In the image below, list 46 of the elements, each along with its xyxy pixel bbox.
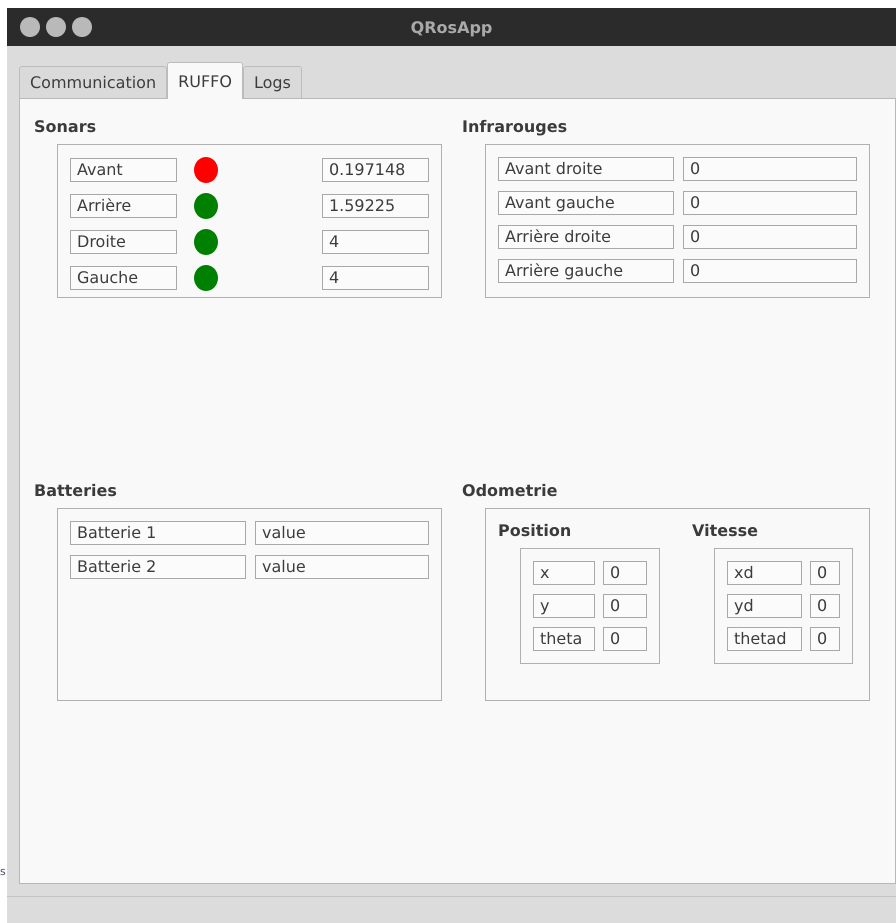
subgroup-title: Position	[498, 521, 572, 540]
label-field: Droite	[70, 230, 178, 254]
value-field: value	[255, 521, 429, 545]
label-field: Avant gauche	[498, 191, 674, 215]
label-field: Avant	[70, 158, 178, 182]
value-field: 0	[810, 561, 840, 585]
maximize-icon[interactable]	[72, 17, 92, 37]
value-field: 0.197148	[322, 158, 430, 182]
close-icon[interactable]	[20, 17, 40, 37]
minimize-icon[interactable]	[46, 17, 66, 37]
label-field: Batterie 1	[70, 521, 246, 545]
label-field: yd	[727, 594, 802, 618]
label-field: theta	[533, 627, 595, 651]
label-field: x	[533, 561, 595, 585]
group-title: Odometrie	[462, 481, 558, 500]
value-field: 0	[683, 191, 857, 215]
value-field: 0	[603, 561, 647, 585]
value-field: 0	[683, 225, 857, 249]
group-title: Sonars	[34, 117, 96, 136]
label-field: Gauche	[70, 266, 178, 290]
value-field: 4	[322, 266, 430, 290]
subgroup-title: Vitesse	[692, 521, 758, 540]
margin-text: s	[0, 865, 6, 878]
value-field: 0	[683, 259, 857, 283]
window-title: QRosApp	[410, 18, 492, 36]
value-field: 4	[322, 230, 430, 254]
group-title: Infrarouges	[462, 117, 568, 136]
group-title: Batteries	[34, 481, 117, 500]
tab[interactable]: Logs	[242, 66, 302, 98]
label-field: Batterie 2	[70, 555, 246, 579]
tab[interactable]: RUFFO	[167, 62, 243, 99]
label-field: thetad	[727, 627, 802, 651]
value-field: 1.59225	[322, 194, 430, 218]
value-field: 0	[810, 594, 840, 618]
label-field: Arrière	[70, 194, 178, 218]
label-field: Arrière droite	[498, 225, 674, 249]
value-field: 0	[810, 627, 840, 651]
tab[interactable]: Communication	[19, 66, 168, 98]
label-field: Avant droite	[498, 157, 674, 181]
label-field: y	[533, 594, 595, 618]
value-field: 0	[683, 157, 857, 181]
label-field: Arrière gauche	[498, 259, 674, 283]
value-field: 0	[603, 594, 647, 618]
value-field: value	[255, 555, 429, 579]
value-field: 0	[603, 627, 647, 651]
label-field: xd	[727, 561, 802, 585]
